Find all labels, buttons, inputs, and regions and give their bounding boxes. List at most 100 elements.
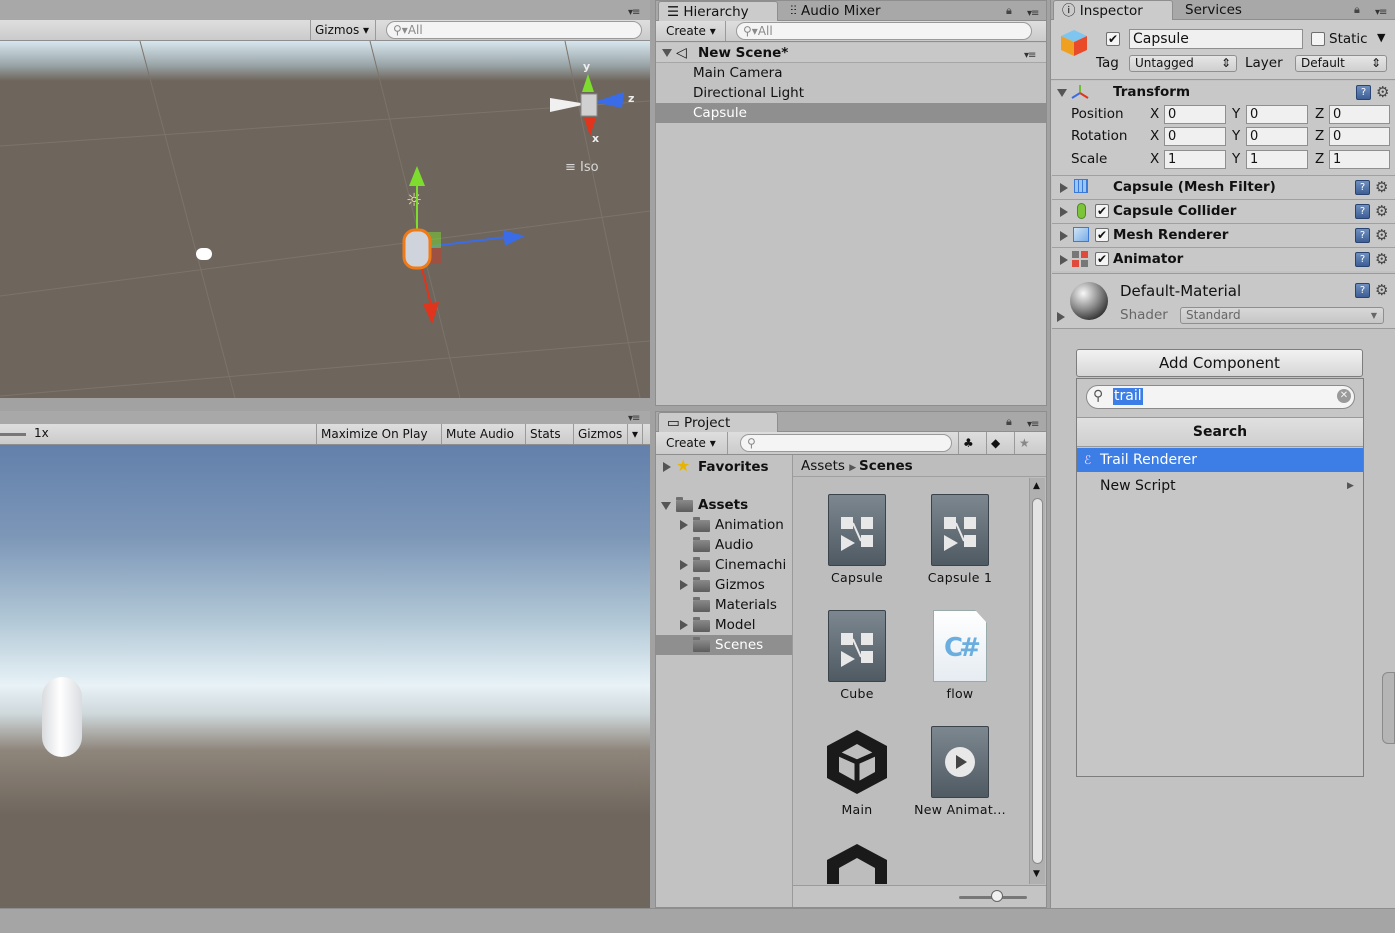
project-search-input[interactable]: ⚲ (740, 434, 952, 452)
folder-item-materials[interactable]: Materials (656, 595, 792, 615)
rotation-x-field[interactable]: 0 (1164, 127, 1226, 146)
capsule-collider-enabled-checkbox[interactable]: ✔ (1095, 204, 1109, 218)
filter-by-type-icon[interactable]: ♣ (958, 432, 984, 454)
expand-arrow-icon[interactable] (1060, 207, 1068, 217)
component-animator[interactable]: ✔ Animator ? ⚙ (1052, 247, 1395, 271)
add-component-button[interactable]: Add Component (1076, 349, 1363, 377)
favorites-row[interactable]: ★ Favorites (656, 456, 792, 477)
gear-icon[interactable]: ⚙ (1375, 250, 1388, 268)
scene-row[interactable]: ◁ New Scene* ▾≡ (656, 43, 1046, 63)
help-book-icon[interactable]: ? (1355, 180, 1370, 195)
iso-label[interactable]: ≡ Iso (565, 160, 599, 175)
project-create-button[interactable]: Create ▾ (662, 432, 728, 454)
folder-item-gizmos[interactable]: Gizmos (656, 575, 792, 595)
expand-arrow-icon[interactable] (680, 560, 688, 570)
expand-arrow-icon[interactable] (663, 462, 671, 472)
asset-scrollbar[interactable]: ▲ ▼ (1029, 478, 1045, 884)
scroll-up-arrow-icon[interactable]: ▲ (1033, 481, 1040, 491)
scale-x-field[interactable]: 1 (1164, 150, 1226, 169)
position-z-field[interactable]: 0 (1329, 105, 1390, 124)
gear-icon[interactable]: ⚙ (1375, 178, 1388, 196)
scene-view[interactable]: ▾≡ Gizmos ▾ ⚲▾All y z x ≡ Iso ☼ (0, 0, 650, 398)
scroll-down-arrow-icon[interactable]: ▼ (1033, 869, 1040, 879)
asset-main[interactable]: Main (797, 726, 917, 817)
hierarchy-create-button[interactable]: Create ▾ (662, 21, 726, 41)
stats-button[interactable]: Stats (525, 424, 570, 444)
scrollbar-thumb[interactable] (1032, 498, 1043, 864)
project-lock-icon[interactable]: 🔒︎ (1006, 415, 1012, 429)
folder-item-audio[interactable]: Audio (656, 535, 792, 555)
expand-arrow-icon[interactable] (1057, 312, 1065, 322)
inspector-lock-icon[interactable]: 🔒︎ (1354, 3, 1360, 17)
expand-arrow-icon[interactable] (1060, 231, 1068, 241)
scene-gizmos-button[interactable]: Gizmos ▾ (310, 20, 376, 40)
folder-item-cinemachine[interactable]: Cinemachi (656, 555, 792, 575)
window-resize-handle[interactable] (1382, 672, 1395, 744)
component-search-box[interactable]: ⚲ trail ✕ (1086, 385, 1355, 409)
move-tool-handles[interactable] (395, 160, 535, 330)
game-gizmos-dropdown[interactable]: ▾ (627, 424, 643, 444)
expand-arrow-icon[interactable] (661, 502, 671, 510)
hierarchy-item-directional-light[interactable]: Directional Light (656, 83, 1046, 103)
component-capsule-collider[interactable]: ✔ Capsule Collider ? ⚙ (1052, 199, 1395, 223)
scale-z-field[interactable]: 1 (1329, 150, 1390, 169)
asset-scene-partial[interactable] (797, 840, 917, 884)
asset-new-animation[interactable]: New Animat... (900, 726, 1020, 817)
rotation-z-field[interactable]: 0 (1329, 127, 1390, 146)
active-checkbox[interactable]: ✔ (1106, 32, 1120, 46)
folder-item-animation[interactable]: Animation (656, 515, 792, 535)
result-new-script[interactable]: New Script ▶ (1077, 474, 1363, 498)
shader-dropdown[interactable]: Standard ▼ (1180, 307, 1384, 324)
asset-capsule-1[interactable]: Capsule 1 (900, 494, 1020, 585)
scale-slider[interactable] (0, 433, 26, 436)
icon-size-slider-thumb[interactable] (991, 890, 1003, 902)
collapse-arrow-icon[interactable] (1057, 89, 1067, 97)
hierarchy-item-main-camera[interactable]: Main Camera (656, 63, 1046, 83)
hierarchy-search-input[interactable]: ⚲▾All (736, 22, 1032, 40)
filter-by-label-icon[interactable]: ◆ (986, 432, 1012, 454)
animator-enabled-checkbox[interactable]: ✔ (1095, 252, 1109, 266)
static-dropdown-arrow-icon[interactable]: ▼ (1377, 31, 1385, 44)
folder-item-scenes[interactable]: Scenes (656, 635, 792, 655)
object-name-field[interactable]: Capsule (1129, 29, 1303, 49)
expand-arrow-icon[interactable] (1060, 255, 1068, 265)
scene-panel-menu-icon[interactable]: ▾≡ (628, 7, 640, 18)
help-book-icon[interactable]: ? (1355, 252, 1370, 267)
mesh-renderer-enabled-checkbox[interactable]: ✔ (1095, 228, 1109, 242)
tab-inspector[interactable]: ⓘ Inspector (1053, 0, 1173, 22)
folder-item-model[interactable]: Model (656, 615, 792, 635)
gear-icon[interactable]: ⚙ (1375, 281, 1388, 299)
help-book-icon[interactable]: ? (1355, 204, 1370, 219)
position-y-field[interactable]: 0 (1246, 105, 1308, 124)
scene-search-input[interactable]: ⚲▾All (386, 21, 642, 39)
asset-flow[interactable]: C# flow (900, 610, 1020, 701)
expand-arrow-icon[interactable] (680, 620, 688, 630)
gear-icon[interactable]: ⚙ (1375, 226, 1388, 244)
mute-audio-button[interactable]: Mute Audio (441, 424, 522, 444)
static-checkbox[interactable] (1311, 32, 1325, 46)
component-mesh-renderer[interactable]: ✔ Mesh Renderer ? ⚙ (1052, 223, 1395, 247)
lock-icon[interactable]: 🔒︎ (1006, 4, 1012, 18)
gear-icon[interactable]: ⚙ (1376, 83, 1389, 101)
help-book-icon[interactable]: ? (1355, 283, 1370, 298)
project-panel-menu-icon[interactable]: ▾≡ (1027, 419, 1039, 430)
hierarchy-item-capsule[interactable]: Capsule (656, 103, 1046, 123)
help-book-icon[interactable]: ? (1356, 85, 1371, 100)
scale-y-field[interactable]: 1 (1246, 150, 1308, 169)
asset-cube[interactable]: Cube (797, 610, 917, 701)
favorite-star-icon[interactable]: ★ (1014, 432, 1040, 454)
layer-dropdown[interactable]: Default ⇕ (1295, 55, 1387, 72)
gear-icon[interactable]: ⚙ (1375, 202, 1388, 220)
camera-gizmo-icon[interactable] (196, 248, 212, 260)
game-gizmos-button[interactable]: Gizmos (573, 424, 627, 444)
clear-search-icon[interactable]: ✕ (1337, 389, 1351, 403)
tab-audio-mixer[interactable]: ⫶⫶ Audio Mixer (782, 1, 912, 23)
tag-dropdown[interactable]: Untagged ⇕ (1129, 55, 1237, 72)
maximize-on-play-button[interactable]: Maximize On Play (316, 424, 438, 444)
assets-row[interactable]: Assets (656, 495, 792, 515)
tab-services[interactable]: Services (1177, 0, 1277, 22)
tab-hierarchy[interactable]: ☰ Hierarchy (658, 1, 778, 23)
result-trail-renderer[interactable]: ℰ Trail Renderer (1077, 448, 1363, 472)
expand-arrow-icon[interactable] (680, 580, 688, 590)
component-mesh-filter[interactable]: Capsule (Mesh Filter) ? ⚙ (1052, 175, 1395, 199)
